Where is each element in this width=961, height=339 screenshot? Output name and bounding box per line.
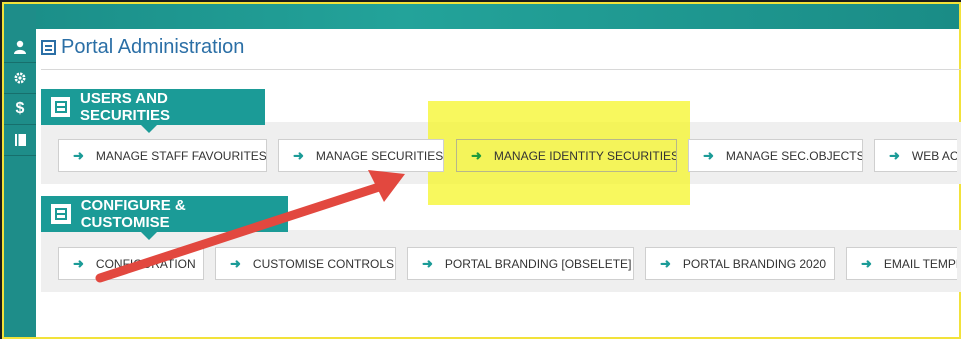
- list-icon: [51, 204, 71, 224]
- tile-email-templ[interactable]: ➜ EMAIL TEMPL: [846, 247, 957, 280]
- section-title: USERS AND SECURITIES: [80, 90, 171, 124]
- tile-manage-sec-objects[interactable]: ➜ MANAGE SEC.OBJECTS: [688, 139, 863, 172]
- list-icon: [41, 40, 56, 55]
- arrow-right-icon: ➜: [703, 147, 714, 163]
- tile-portal-branding-2020[interactable]: ➜ PORTAL BRANDING 2020: [645, 247, 835, 280]
- page-title-text: Portal Administration: [61, 36, 245, 58]
- arrow-right-icon: ➜: [660, 255, 671, 271]
- tile-label: CUSTOMISE CONTROLS: [252, 256, 395, 271]
- tile-label: PORTAL BRANDING [OBSELETE]: [444, 256, 632, 271]
- tile-web-ac[interactable]: ➜ WEB AC: [874, 139, 957, 172]
- tile-label: MANAGE SEC.OBJECTS: [725, 148, 863, 163]
- tile-portal-branding-obselete[interactable]: ➜ PORTAL BRANDING [OBSELETE]: [407, 247, 634, 280]
- book-icon[interactable]: [4, 125, 36, 156]
- tile-label: MANAGE SECURITIES: [315, 148, 444, 163]
- arrow-right-icon: ➜: [471, 147, 482, 163]
- sidebar: $: [4, 4, 36, 337]
- tile-manage-staff-favourites[interactable]: ➜ MANAGE STAFF FAVOURITES: [58, 139, 267, 172]
- tile-configuration[interactable]: ➜ CONFIGURATION: [58, 247, 204, 280]
- section-header-users-and-securities: USERS AND SECURITIES: [41, 89, 265, 133]
- gear-icon[interactable]: [4, 63, 36, 94]
- top-bar: [36, 4, 959, 29]
- tile-label: CONFIGURATION: [95, 256, 196, 271]
- title-divider: [41, 69, 961, 70]
- arrow-right-icon: ➜: [861, 255, 872, 271]
- list-icon: [51, 97, 71, 117]
- tile-label: MANAGE STAFF FAVOURITES: [95, 148, 267, 163]
- tile-customise-controls[interactable]: ➜ CUSTOMISE CONTROLS: [215, 247, 396, 280]
- tile-manage-identity-securities[interactable]: ➜ MANAGE IDENTITY SECURITIES: [456, 139, 677, 172]
- user-icon[interactable]: [4, 32, 36, 63]
- dollar-icon[interactable]: $: [4, 94, 36, 125]
- arrow-right-icon: ➜: [230, 255, 241, 271]
- tile-label: WEB AC: [911, 148, 957, 163]
- arrow-right-icon: ➜: [73, 147, 84, 163]
- arrow-right-icon: ➜: [73, 255, 84, 271]
- arrow-right-icon: ➜: [293, 147, 304, 163]
- tile-label: PORTAL BRANDING 2020: [682, 256, 827, 271]
- tile-manage-securities[interactable]: ➜ MANAGE SECURITIES: [278, 139, 444, 172]
- section-title: CONFIGURE & CUSTOMISE: [80, 197, 186, 231]
- arrow-right-icon: ➜: [422, 255, 433, 271]
- page-title: Portal Administration: [41, 36, 244, 59]
- arrow-right-icon: ➜: [889, 147, 900, 163]
- tile-label: MANAGE IDENTITY SECURITIES: [493, 148, 677, 163]
- tile-label: EMAIL TEMPL: [883, 256, 957, 271]
- section-header-configure-and-customise: CONFIGURE & CUSTOMISE: [41, 196, 288, 240]
